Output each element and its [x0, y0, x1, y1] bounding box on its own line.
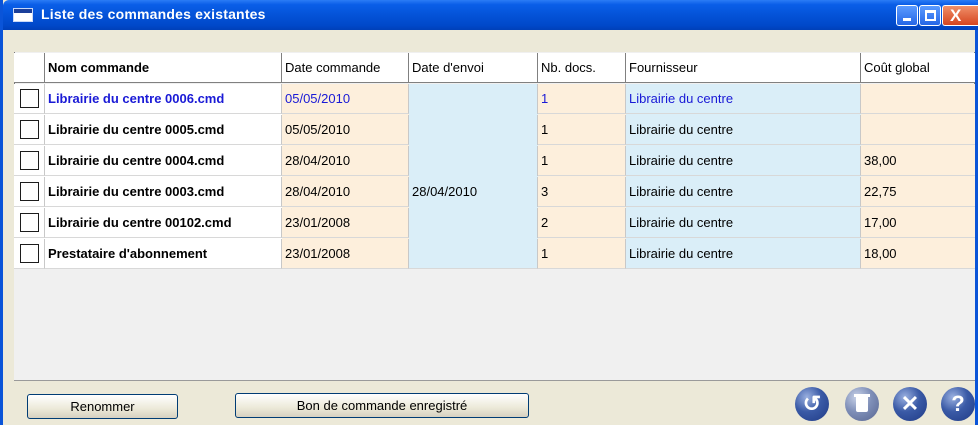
cell-cout-global[interactable]	[861, 115, 975, 145]
delete-button[interactable]	[845, 387, 879, 421]
cell-fournisseur[interactable]: Librairie du centre	[626, 84, 861, 114]
cell-date-envoi[interactable]	[409, 115, 538, 145]
cell-nb-docs[interactable]: 1	[538, 84, 626, 114]
row-select-cell	[14, 177, 45, 207]
cell-nom-commande[interactable]: Librairie du centre 0003.cmd	[45, 177, 282, 207]
cell-nom-commande[interactable]: Librairie du centre 0005.cmd	[45, 115, 282, 145]
title-bar[interactable]: Liste des commandes existantes X	[3, 0, 978, 30]
cell-cout-global[interactable]	[861, 84, 975, 114]
cell-date-commande[interactable]: 05/05/2010	[282, 84, 409, 114]
cell-nom-commande[interactable]: Librairie du centre 0004.cmd	[45, 146, 282, 176]
help-icon: ?	[951, 391, 965, 416]
row-checkbox[interactable]	[20, 120, 39, 139]
row-checkbox[interactable]	[20, 182, 39, 201]
table-row[interactable]: Librairie du centre 0003.cmd 28/04/2010 …	[14, 177, 975, 208]
table-header: Nom commande Date commande Date d'envoi …	[14, 53, 975, 83]
cell-nb-docs[interactable]: 1	[538, 115, 626, 145]
cancel-button[interactable]: ✕	[893, 387, 927, 421]
cell-date-commande[interactable]: 23/01/2008	[282, 239, 409, 269]
cell-fournisseur[interactable]: Librairie du centre	[626, 146, 861, 176]
header-cout-global[interactable]: Coût global	[861, 53, 975, 83]
cell-nom-commande[interactable]: Librairie du centre 0006.cmd	[45, 84, 282, 114]
table-body: Librairie du centre 0006.cmd 05/05/2010 …	[14, 84, 975, 380]
header-fournisseur[interactable]: Fournisseur	[626, 53, 861, 83]
header-date-commande[interactable]: Date commande	[282, 53, 409, 83]
header-nb-docs[interactable]: Nb. docs.	[538, 53, 626, 83]
saved-order-button[interactable]: Bon de commande enregistré	[235, 393, 529, 418]
undo-button[interactable]: ↺	[795, 387, 829, 421]
cell-cout-global[interactable]: 18,00	[861, 239, 975, 269]
row-checkbox[interactable]	[20, 151, 39, 170]
cell-nb-docs[interactable]: 2	[538, 208, 626, 238]
cell-nb-docs[interactable]: 1	[538, 239, 626, 269]
window-title: Liste des commandes existantes	[41, 6, 266, 22]
table-row[interactable]: Librairie du centre 0006.cmd 05/05/2010 …	[14, 84, 975, 115]
cell-fournisseur[interactable]: Librairie du centre	[626, 115, 861, 145]
header-checkbox-col	[14, 53, 45, 83]
cell-date-envoi[interactable]: 28/04/2010	[409, 177, 538, 207]
table-row[interactable]: Prestataire d'abonnement 23/01/2008 1 Li…	[14, 239, 975, 270]
cell-fournisseur[interactable]: Librairie du centre	[626, 208, 861, 238]
row-checkbox[interactable]	[20, 244, 39, 263]
minimize-button[interactable]	[896, 5, 918, 26]
cell-cout-global[interactable]: 17,00	[861, 208, 975, 238]
maximize-icon	[925, 10, 936, 21]
row-select-cell	[14, 239, 45, 269]
cell-cout-global[interactable]: 38,00	[861, 146, 975, 176]
row-checkbox[interactable]	[20, 213, 39, 232]
cell-cout-global[interactable]: 22,75	[861, 177, 975, 207]
cell-date-commande[interactable]: 28/04/2010	[282, 177, 409, 207]
close-window-button[interactable]: X	[942, 5, 978, 26]
undo-icon: ↺	[802, 391, 822, 416]
row-select-cell	[14, 115, 45, 145]
header-date-envoi[interactable]: Date d'envoi	[409, 53, 538, 83]
table-row[interactable]: Librairie du centre 0004.cmd 28/04/2010 …	[14, 146, 975, 177]
cell-nb-docs[interactable]: 1	[538, 146, 626, 176]
cancel-icon: ✕	[900, 391, 920, 416]
header-nom-commande[interactable]: Nom commande	[45, 53, 282, 83]
cell-date-envoi[interactable]	[409, 208, 538, 238]
window-icon	[13, 8, 33, 22]
table-row[interactable]: Librairie du centre 00102.cmd 23/01/2008…	[14, 208, 975, 239]
cell-date-commande[interactable]: 28/04/2010	[282, 146, 409, 176]
maximize-button[interactable]	[919, 5, 941, 26]
cell-date-envoi[interactable]	[409, 146, 538, 176]
row-select-cell	[14, 208, 45, 238]
cell-date-commande[interactable]: 23/01/2008	[282, 208, 409, 238]
cell-nom-commande[interactable]: Prestataire d'abonnement	[45, 239, 282, 269]
footer-separator	[14, 380, 975, 381]
close-icon: X	[950, 6, 962, 25]
row-checkbox[interactable]	[20, 89, 39, 108]
cell-nb-docs[interactable]: 3	[538, 177, 626, 207]
table-row[interactable]: Librairie du centre 0005.cmd 05/05/2010 …	[14, 115, 975, 146]
cell-date-commande[interactable]: 05/05/2010	[282, 115, 409, 145]
rename-button[interactable]: Renommer	[27, 394, 178, 419]
row-select-cell	[14, 84, 45, 114]
row-select-cell	[14, 146, 45, 176]
minimize-icon	[903, 18, 911, 21]
help-button[interactable]: ?	[941, 387, 975, 421]
cell-date-envoi[interactable]	[409, 84, 538, 114]
cell-fournisseur[interactable]: Librairie du centre	[626, 239, 861, 269]
cell-fournisseur[interactable]: Librairie du centre	[626, 177, 861, 207]
cell-date-envoi[interactable]	[409, 239, 538, 269]
cell-nom-commande[interactable]: Librairie du centre 00102.cmd	[45, 208, 282, 238]
